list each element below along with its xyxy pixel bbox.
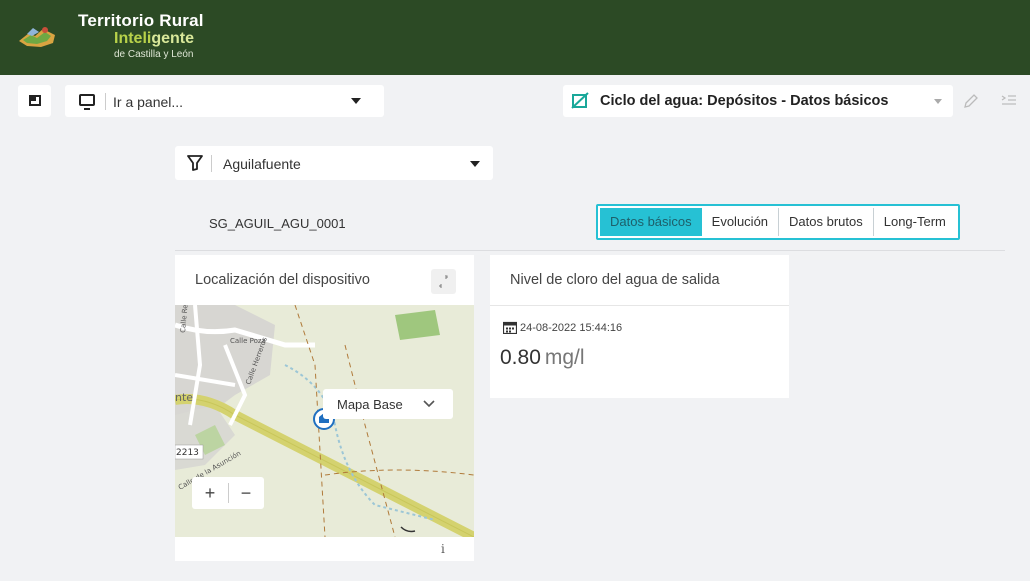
dashboard-title: Ciclo del agua: Depósitos - Datos básico… bbox=[600, 93, 889, 109]
chevron-down-icon bbox=[423, 400, 435, 408]
expand-button[interactable] bbox=[431, 269, 456, 294]
chevron-down-icon bbox=[934, 99, 942, 104]
edit-button[interactable] bbox=[954, 85, 990, 117]
pencil-icon bbox=[964, 94, 978, 108]
info-icon[interactable]: i bbox=[441, 542, 445, 556]
details-button[interactable] bbox=[994, 85, 1024, 117]
view-tabs: Datos básicos Evolución Datos brutos Lon… bbox=[596, 204, 960, 240]
map-view[interactable]: Calle Real del C Calle Poza Calle Herrer… bbox=[175, 305, 474, 537]
brand-title: Territorio Rural bbox=[78, 11, 204, 30]
logo-icon bbox=[19, 27, 55, 47]
filter-value: Aguilafuente bbox=[223, 156, 301, 172]
location-filter[interactable]: Aguilafuente bbox=[175, 146, 493, 180]
brand-region: de Castilla y León bbox=[114, 49, 194, 60]
device-id: SG_AGUIL_AGU_0001 bbox=[209, 216, 346, 231]
map-base-selector[interactable]: Mapa Base bbox=[323, 389, 453, 419]
chlorine-level-card: Nivel de cloro del agua de salida 24-08-… bbox=[490, 255, 789, 398]
tab-long-term[interactable]: Long-Term bbox=[874, 208, 956, 236]
map-road-label: 2213 bbox=[176, 448, 199, 458]
zoom-controls: + − bbox=[192, 477, 264, 509]
panel-icon bbox=[29, 95, 41, 106]
expand-icon bbox=[439, 275, 448, 288]
brand-subtitle: Inteligente bbox=[114, 30, 195, 47]
dashboard-icon bbox=[571, 92, 589, 109]
map-base-label: Mapa Base bbox=[337, 397, 403, 412]
zoom-in-button[interactable]: + bbox=[192, 480, 228, 506]
brand: Territorio Rural Inteligente de Castilla… bbox=[78, 12, 204, 60]
chevron-down-icon bbox=[470, 161, 480, 167]
chlorine-value: 0.80 mg/l bbox=[500, 346, 585, 369]
map-place-label: nte bbox=[175, 391, 193, 404]
card-title: Localización del dispositivo bbox=[195, 272, 370, 288]
dashboard-selector[interactable]: Ciclo del agua: Depósitos - Datos básico… bbox=[563, 85, 953, 117]
chlorine-unit: mg/l bbox=[544, 346, 585, 369]
goto-panel-dropdown[interactable]: Ir a panel... bbox=[65, 85, 384, 117]
top-bar: Territorio Rural Inteligente de Castilla… bbox=[0, 0, 1030, 75]
sidebar-toggle-button[interactable] bbox=[18, 85, 51, 117]
zoom-out-button[interactable]: − bbox=[228, 480, 264, 506]
monitor-icon bbox=[79, 94, 95, 110]
card-title: Nivel de cloro del agua de salida bbox=[510, 272, 720, 288]
chevron-down-icon bbox=[351, 98, 361, 104]
tab-datos-brutos[interactable]: Datos brutos bbox=[779, 208, 874, 236]
device-location-card: Localización del dispositivo Calle Real … bbox=[175, 255, 474, 561]
filter-icon bbox=[187, 155, 203, 171]
measurement-date: 24-08-2022 15:44:16 bbox=[520, 322, 623, 334]
list-indent-icon bbox=[1001, 95, 1016, 105]
goto-panel-label: Ir a panel... bbox=[113, 94, 184, 110]
divider bbox=[175, 250, 1005, 251]
tab-datos-basicos[interactable]: Datos básicos bbox=[600, 208, 702, 236]
tab-evolucion[interactable]: Evolución bbox=[702, 208, 780, 236]
calendar-icon bbox=[503, 321, 517, 334]
